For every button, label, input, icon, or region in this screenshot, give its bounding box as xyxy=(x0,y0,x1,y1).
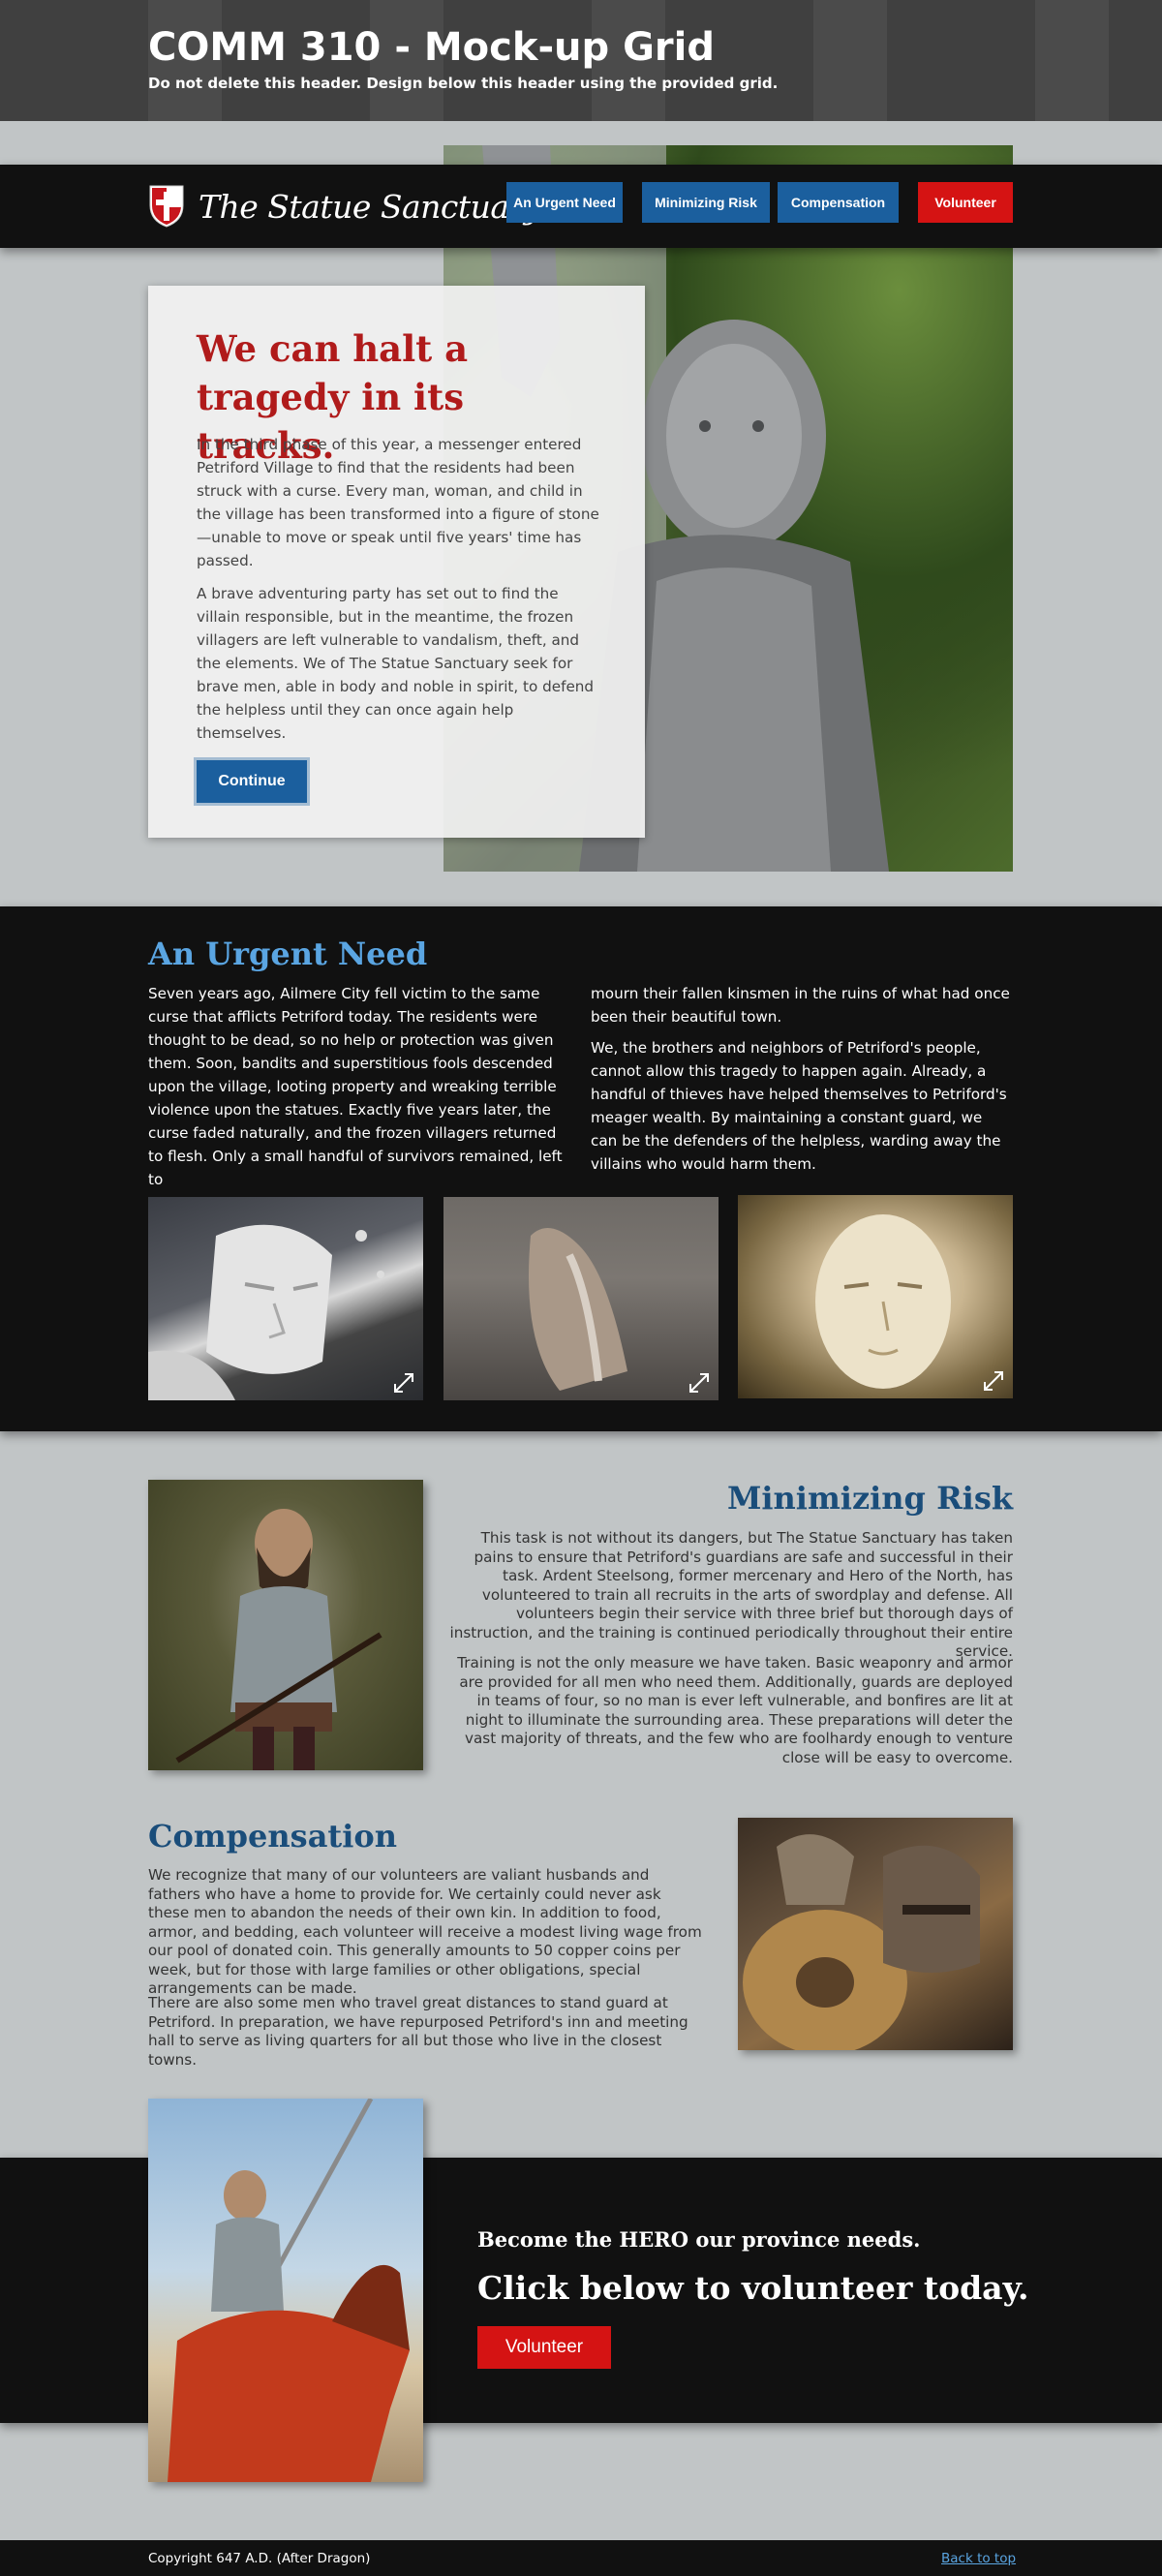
broken-face-illustration xyxy=(148,1224,384,1400)
nav-urgent-need-button[interactable]: An Urgent Need xyxy=(506,182,623,223)
draped-statue-illustration xyxy=(529,1228,627,1391)
mockup-title: COMM 310 - Mock-up Grid xyxy=(148,25,715,70)
helmet-shield-image xyxy=(738,1818,1013,2050)
section-title: Minimizing Risk xyxy=(726,1480,1013,1517)
section-title: Compensation xyxy=(148,1818,397,1855)
urgent-paragraph: We, the brothers and neighbors of Petrif… xyxy=(591,1039,1007,1173)
compensation-paragraph: There are also some men who travel great… xyxy=(148,1994,688,2069)
gallery-image-draped-statue[interactable] xyxy=(443,1197,719,1400)
cta-subtitle: Become the HERO our province needs. xyxy=(477,2227,921,2252)
risk-paragraph: This task is not without its dangers, bu… xyxy=(449,1529,1013,1660)
mockup-subtitle: Do not delete this header. Design below … xyxy=(148,75,779,92)
urgent-paragraph: Seven years ago, Ailmere City fell victi… xyxy=(148,985,563,1188)
section-title: An Urgent Need xyxy=(148,935,428,972)
urgent-need-section: An Urgent Need Seven years ago, Ailmere … xyxy=(0,906,1162,1431)
compensation-paragraph: We recognize that many of our volunteers… xyxy=(148,1866,702,1997)
hero-paragraph: A brave adventuring party has set out to… xyxy=(197,585,595,742)
continue-button[interactable]: Continue xyxy=(197,760,307,803)
hero-card: We can halt a tragedy in its tracks. In … xyxy=(148,286,645,838)
statue-face-illustration xyxy=(815,1214,951,1389)
back-to-top-link[interactable]: Back to top xyxy=(941,2551,1016,2566)
cta-title: Click below to volunteer today. xyxy=(477,2269,1029,2307)
gallery-image-statue-face[interactable] xyxy=(738,1195,1013,1398)
expand-icon[interactable] xyxy=(688,1371,711,1395)
mockup-header: COMM 310 - Mock-up Grid Do not delete th… xyxy=(0,0,1162,121)
urgent-paragraph: mourn their fallen kinsmen in the ruins … xyxy=(591,985,1010,1026)
expand-icon[interactable] xyxy=(982,1369,1005,1393)
site-logo[interactable]: The Statue Sanctuary xyxy=(148,184,541,229)
gallery-image-broken-face[interactable] xyxy=(148,1197,423,1400)
nav-volunteer-button[interactable]: Volunteer xyxy=(918,182,1013,223)
helmet-shield-illustration xyxy=(743,1834,980,2050)
knight-horse-image xyxy=(148,2099,423,2482)
nav-compensation-button[interactable]: Compensation xyxy=(778,182,899,223)
nav-minimizing-risk-button[interactable]: Minimizing Risk xyxy=(642,182,770,223)
knight-image xyxy=(148,1480,423,1770)
knight-horse-illustration xyxy=(168,2099,410,2482)
shield-icon xyxy=(149,185,184,228)
logo-text: The Statue Sanctuary xyxy=(199,187,541,226)
footer-copyright: Copyright 647 A.D. (After Dragon) xyxy=(148,2551,371,2566)
risk-paragraph: Training is not the only measure we have… xyxy=(457,1654,1013,1766)
hero-paragraph: In the third phase of this year, a messe… xyxy=(197,436,599,569)
footer: Copyright 647 A.D. (After Dragon) Back t… xyxy=(0,2540,1162,2576)
nav-bar: The Statue Sanctuary An Urgent Need Mini… xyxy=(0,165,1162,248)
knight-illustration xyxy=(175,1509,382,1770)
cta-volunteer-button[interactable]: Volunteer xyxy=(477,2326,611,2369)
expand-icon[interactable] xyxy=(392,1371,415,1395)
